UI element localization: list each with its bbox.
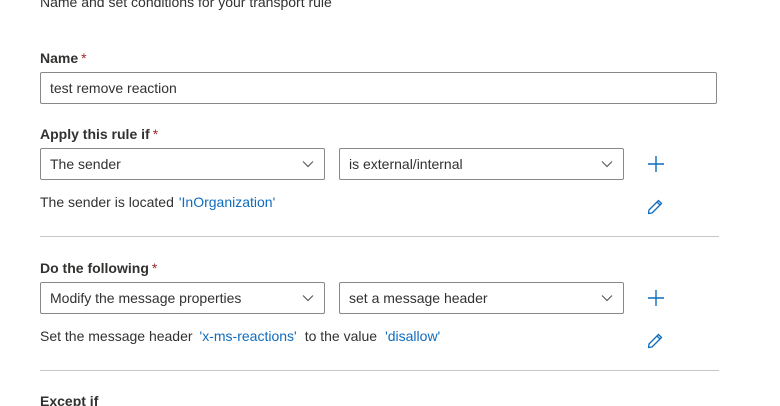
condition-predicate-value: is external/internal	[349, 156, 463, 172]
except-if-label: Except if	[40, 393, 99, 406]
chevron-down-icon	[600, 157, 614, 171]
action-detail-value: set a message header	[349, 290, 488, 306]
pencil-icon	[647, 333, 663, 349]
chevron-down-icon	[301, 291, 315, 305]
apply-rule-label: Apply this rule if *	[40, 126, 158, 142]
section-divider	[40, 236, 719, 237]
action-desc-middle: to the value	[304, 328, 378, 344]
do-following-label-text: Do the following	[40, 260, 149, 276]
action-type-dropdown[interactable]: Modify the message properties	[40, 282, 325, 314]
add-icon	[648, 290, 664, 306]
condition-predicate-dropdown[interactable]: is external/internal	[339, 148, 624, 180]
required-mark: *	[151, 260, 158, 276]
action-desc-prefix: Set the message header	[40, 328, 193, 344]
add-action-button[interactable]	[644, 286, 668, 310]
pencil-icon	[647, 199, 663, 215]
form-subtitle: Name and set conditions for your transpo…	[40, 0, 332, 10]
condition-description: The sender is located 'InOrganization'	[40, 194, 275, 210]
transport-rule-form: Name and set conditions for your transpo…	[0, 0, 780, 406]
action-description: Set the message header 'x-ms-reactions' to…	[40, 328, 440, 344]
edit-action-button[interactable]	[643, 329, 667, 353]
chevron-down-icon	[301, 157, 315, 171]
condition-desc-prefix: The sender is located	[40, 194, 174, 210]
add-condition-button[interactable]	[644, 152, 668, 176]
required-mark: *	[152, 126, 159, 142]
name-label-text: Name	[40, 50, 79, 66]
action-type-value: Modify the message properties	[50, 290, 242, 306]
required-mark: *	[81, 50, 87, 66]
condition-subject-dropdown[interactable]: The sender	[40, 148, 325, 180]
chevron-down-icon	[600, 291, 614, 305]
condition-value-link[interactable]: 'InOrganization'	[179, 194, 275, 210]
apply-rule-label-text: Apply this rule if	[40, 126, 150, 142]
name-input[interactable]	[40, 72, 717, 104]
add-icon	[648, 156, 664, 172]
name-label: Name *	[40, 50, 87, 66]
condition-subject-value: The sender	[50, 156, 121, 172]
edit-condition-button[interactable]	[643, 195, 667, 219]
action-detail-dropdown[interactable]: set a message header	[339, 282, 624, 314]
section-divider	[40, 370, 719, 371]
action-value-link[interactable]: 'disallow'	[385, 328, 440, 344]
do-following-label: Do the following *	[40, 260, 157, 276]
action-header-link[interactable]: 'x-ms-reactions'	[200, 328, 297, 344]
